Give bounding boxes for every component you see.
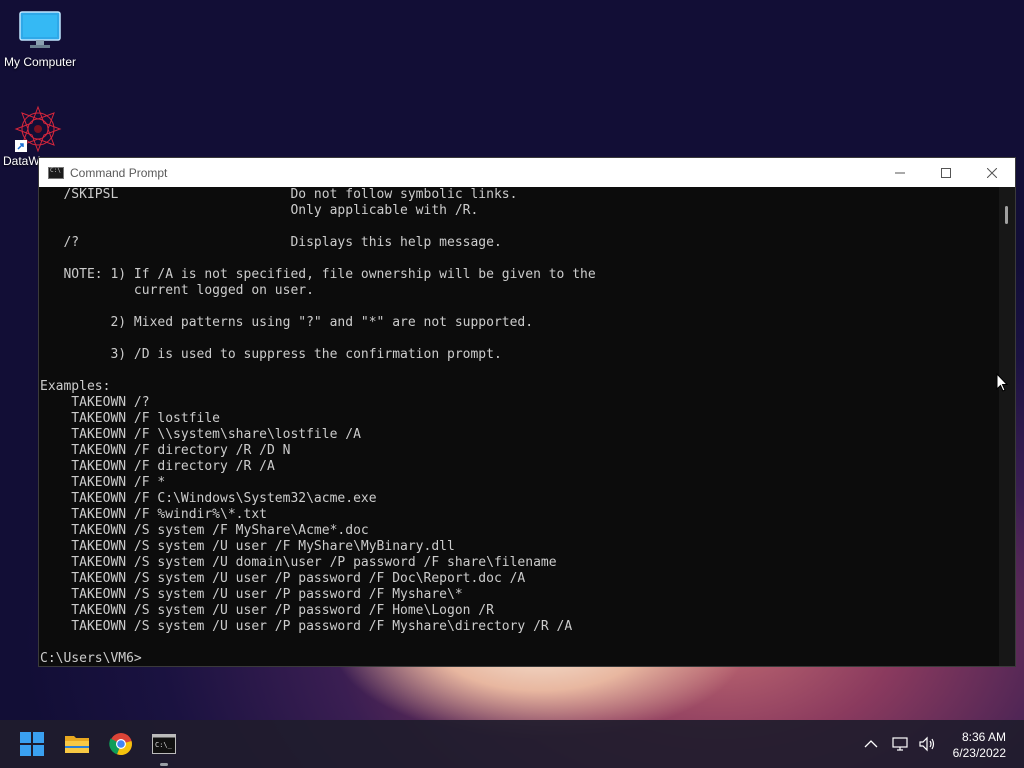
- taskbar: C:\_ 8:36 AM 6/23/2022: [0, 720, 1024, 768]
- console-line: C:\Users\VM6>: [40, 651, 142, 666]
- command-prompt-window[interactable]: Command Prompt /SKIPSL Do not follow sym…: [38, 157, 1016, 667]
- volume-icon[interactable]: [918, 736, 936, 752]
- chrome-icon: [109, 733, 132, 756]
- console-line: TAKEOWN /S system /U user /P password /F…: [40, 619, 573, 634]
- minimize-button[interactable]: [877, 158, 923, 187]
- minimize-icon: [895, 172, 905, 173]
- desktop-icon-label: My Computer: [3, 55, 77, 69]
- console-line: current logged on user.: [40, 283, 314, 298]
- scrollbar-thumb[interactable]: [1005, 206, 1008, 224]
- maximize-icon: [941, 167, 951, 178]
- window-title: Command Prompt: [70, 165, 168, 180]
- close-button[interactable]: [969, 158, 1015, 187]
- console-line: TAKEOWN /F *: [40, 475, 166, 490]
- taskbar-clock[interactable]: 8:36 AM 6/23/2022: [953, 729, 1006, 761]
- taskbar-command-prompt[interactable]: C:\_: [148, 728, 180, 760]
- console-line: TAKEOWN /F lostfile: [40, 411, 221, 426]
- system-tray: [864, 720, 936, 768]
- monitor-icon: [19, 11, 61, 48]
- svg-text:C:\_: C:\_: [155, 741, 173, 749]
- console-line: TAKEOWN /S system /U user /P password /F…: [40, 603, 494, 618]
- start-button[interactable]: [16, 728, 48, 760]
- console-line: NOTE: 1) If /A is not specified, file ow…: [40, 267, 596, 282]
- console-line: TAKEOWN /S system /U domain\user /P pass…: [40, 555, 557, 570]
- clock-time: 8:36 AM: [961, 730, 1006, 744]
- maximize-button[interactable]: [923, 158, 969, 187]
- console-line: /SKIPSL Do not follow symbolic links.: [40, 187, 518, 202]
- console-line: TAKEOWN /S system /U user /P password /F…: [40, 571, 526, 586]
- console-line: TAKEOWN /S system /U user /P password /F…: [40, 587, 463, 602]
- console-line: TAKEOWN /F C:\Windows\System32\acme.exe: [40, 491, 377, 506]
- mouse-pointer-icon: [996, 373, 1008, 392]
- vertical-scrollbar[interactable]: [999, 187, 1015, 666]
- taskbar-file-explorer[interactable]: [61, 728, 93, 760]
- console-line: TAKEOWN /F directory /R /D N: [40, 443, 291, 458]
- console-line: 3) /D is used to suppress the confirmati…: [40, 347, 502, 362]
- command-prompt-title-icon: [48, 166, 64, 179]
- network-icon[interactable]: [892, 736, 910, 752]
- console-output[interactable]: /SKIPSL Do not follow symbolic links. On…: [39, 187, 999, 666]
- shortcut-arrow-icon: [15, 140, 27, 152]
- console-line: TAKEOWN /S system /U user /F MyShare\MyB…: [40, 539, 455, 554]
- close-icon: [987, 167, 997, 178]
- command-prompt-icon: C:\_: [152, 734, 176, 754]
- console-line: TAKEOWN /F \\system\share\lostfile /A: [40, 427, 361, 442]
- console-line: 2) Mixed patterns using "?" and "*" are …: [40, 315, 534, 330]
- console-line: TAKEOWN /S system /F MyShare\Acme*.doc: [40, 523, 369, 538]
- console-line: Examples:: [40, 379, 111, 394]
- console-line: TAKEOWN /F directory /R /A: [40, 459, 275, 474]
- console-line: TAKEOWN /?: [40, 395, 150, 410]
- taskbar-chrome[interactable]: [105, 728, 137, 760]
- console-line: TAKEOWN /F %windir%\*.txt: [40, 507, 267, 522]
- desktop-icon-my-computer[interactable]: My Computer: [0, 10, 80, 69]
- console-line: Only applicable with /R.: [40, 203, 479, 218]
- windows-start-icon: [20, 732, 44, 756]
- clock-date: 6/23/2022: [952, 746, 1006, 760]
- running-indicator: [160, 763, 168, 766]
- chevron-up-icon[interactable]: [864, 739, 878, 749]
- folder-icon: [65, 736, 89, 753]
- console-line: /? Displays this help message.: [40, 235, 502, 250]
- window-titlebar[interactable]: Command Prompt: [39, 158, 1015, 187]
